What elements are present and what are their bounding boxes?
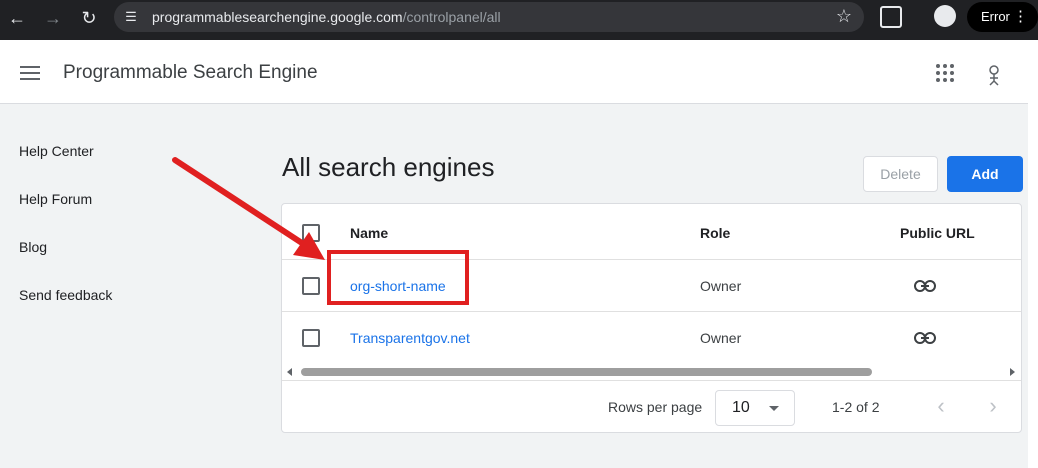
- profile-avatar-icon[interactable]: [934, 5, 956, 27]
- browser-toolbar: ← → ↻ ☰ programmablesearchengine.google.…: [0, 0, 1038, 40]
- scroll-right-icon[interactable]: [1010, 368, 1015, 376]
- add-button[interactable]: Add: [947, 156, 1023, 192]
- row-checkbox[interactable]: [302, 277, 320, 295]
- app-header: Programmable Search Engine: [0, 40, 1028, 104]
- bookmark-star-icon[interactable]: ☆: [836, 6, 852, 27]
- highlight-annotation-box: [327, 250, 469, 305]
- address-bar[interactable]: ☰ programmablesearchengine.google.com/co…: [114, 2, 864, 32]
- scrollbar-thumb[interactable]: [301, 368, 872, 376]
- site-info-icon[interactable]: ☰: [122, 8, 140, 26]
- profile-error-button[interactable]: Error ⋮: [967, 2, 1038, 32]
- rows-per-page-value: 10: [732, 399, 750, 416]
- url-path: /controlpanel/all: [402, 9, 501, 25]
- public-url-link-icon[interactable]: [914, 280, 936, 292]
- back-icon[interactable]: ←: [5, 6, 29, 30]
- previous-page-icon[interactable]: ‹: [927, 393, 955, 421]
- column-header-public-url: Public URL: [900, 225, 975, 241]
- reload-icon[interactable]: ↻: [77, 6, 101, 30]
- url-text: programmablesearchengine.google.com/cont…: [152, 9, 501, 25]
- rows-per-page-label: Rows per page: [608, 399, 703, 415]
- row-checkbox[interactable]: [302, 329, 320, 347]
- window-edge: [1028, 40, 1038, 468]
- rows-per-page-select[interactable]: 10: [715, 390, 795, 426]
- delete-button[interactable]: Delete: [863, 156, 938, 192]
- engine-role: Owner: [700, 330, 742, 346]
- pagination-range: 1-2 of 2: [832, 399, 880, 415]
- app-title: Programmable Search Engine: [63, 62, 318, 83]
- engine-name-link[interactable]: Transparentgov.net: [350, 330, 470, 346]
- horizontal-scrollbar[interactable]: [282, 365, 1021, 379]
- sidebar-item-help-center[interactable]: Help Center: [19, 143, 94, 159]
- column-header-role[interactable]: Role: [700, 225, 730, 241]
- extensions-icon[interactable]: [880, 6, 902, 28]
- public-url-link-icon[interactable]: [914, 332, 936, 344]
- hamburger-menu-icon[interactable]: [20, 66, 40, 80]
- sidebar-item-send-feedback[interactable]: Send feedback: [19, 287, 112, 303]
- profile-error-label: Error: [981, 9, 1010, 24]
- sidebar-item-blog[interactable]: Blog: [19, 239, 47, 255]
- sidebar-item-help-forum[interactable]: Help Forum: [19, 191, 92, 207]
- url-host: programmablesearchengine.google.com: [152, 9, 403, 25]
- annotation-arrow-icon: [172, 157, 325, 260]
- dropdown-caret-icon: [769, 406, 779, 411]
- engine-role: Owner: [700, 278, 742, 294]
- scroll-left-icon[interactable]: [287, 368, 292, 376]
- apps-grid-icon[interactable]: [936, 64, 954, 82]
- forward-icon[interactable]: →: [41, 6, 65, 30]
- table-pagination: Rows per page 10 1-2 of 2 ‹ ›: [282, 380, 1021, 432]
- next-page-icon[interactable]: ›: [979, 393, 1007, 421]
- table-row: Transparentgov.net Owner: [282, 312, 1021, 364]
- more-vert-icon[interactable]: ⋮: [1013, 2, 1028, 32]
- search-engines-table: Name Role Public URL org-short-name Owne…: [281, 203, 1022, 433]
- column-header-name[interactable]: Name: [350, 225, 388, 241]
- account-avatar-icon[interactable]: [985, 64, 1003, 86]
